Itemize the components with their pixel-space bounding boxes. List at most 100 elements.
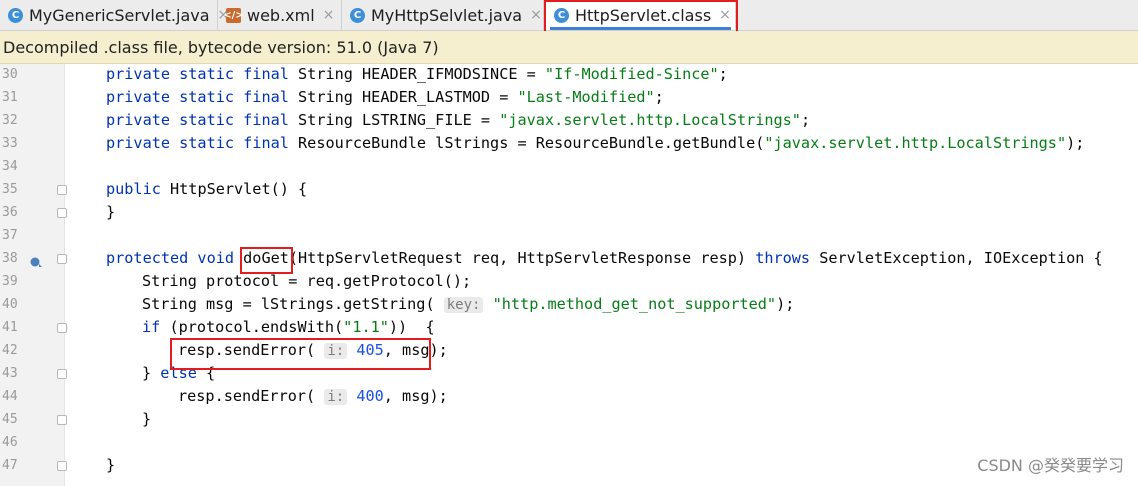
- fold-marker-icon[interactable]: [57, 208, 67, 218]
- code-text: }: [142, 410, 151, 428]
- editor-tab-bar: C MyGenericServlet.java × </> web.xml × …: [0, 0, 1138, 31]
- close-icon[interactable]: ×: [530, 7, 542, 23]
- fold-marker-icon[interactable]: [57, 254, 67, 264]
- line-number: 46: [2, 435, 18, 450]
- code-token: "http.method_get_not_supported": [492, 295, 777, 313]
- code-token: ResourceBundle lStrings = ResourceBundle…: [298, 134, 765, 152]
- code-token: doGet(HttpServletRequest req, HttpServle…: [243, 249, 756, 267]
- code-token: }: [142, 410, 152, 428]
- code-line[interactable]: 39 String protocol = req.getProtocol();: [0, 271, 1138, 294]
- code-line[interactable]: 43 } else {: [0, 363, 1138, 386]
- code-line[interactable]: 36}: [0, 202, 1138, 225]
- tab-myhttpselvlet[interactable]: C MyHttpSelvlet.java ×: [342, 0, 544, 30]
- decompiled-notice-banner: Decompiled .class file, bytecode version…: [0, 31, 1138, 64]
- code-text: resp.sendError( i: 400, msg);: [178, 387, 448, 405]
- code-token: "Last-Modified": [517, 88, 655, 106]
- line-number: 36: [2, 205, 18, 220]
- line-number: 34: [2, 159, 18, 174]
- code-line[interactable]: 45}: [0, 409, 1138, 432]
- code-token: String LSTRING_FILE =: [298, 111, 500, 129]
- tab-label: MyHttpSelvlet.java: [371, 5, 523, 25]
- code-text: private static final String LSTRING_FILE…: [106, 111, 810, 129]
- code-token: }: [106, 456, 116, 474]
- code-text: }: [106, 456, 115, 474]
- code-line[interactable]: 46: [0, 432, 1138, 455]
- code-text: String msg = lStrings.getString( key: "h…: [142, 295, 794, 313]
- tab-web-xml[interactable]: </> web.xml ×: [218, 0, 342, 30]
- param-hint: i:: [324, 389, 348, 405]
- code-text: }: [106, 203, 115, 221]
- code-token: "If-Modified-Since": [544, 65, 719, 83]
- code-line[interactable]: 35 public HttpServlet() {: [0, 179, 1138, 202]
- code-token: HttpServlet() {: [170, 180, 308, 198]
- code-token: private static final: [106, 111, 299, 129]
- line-number: 31: [2, 90, 18, 105]
- code-text: private static final String HEADER_LASTM…: [106, 88, 664, 106]
- code-token: resp.sendError(: [178, 341, 325, 359]
- param-hint: i:: [324, 343, 348, 359]
- code-line[interactable]: 32 private static final String LSTRING_FI…: [0, 110, 1138, 133]
- code-token: "javax.servlet.http.LocalStrings": [764, 134, 1067, 152]
- fold-marker-icon[interactable]: [57, 461, 67, 471]
- tab-label: HttpServlet.class: [575, 5, 712, 25]
- code-token: resp.sendError(: [178, 387, 325, 405]
- line-number: 37: [2, 228, 18, 243]
- code-token: protected void: [106, 249, 244, 267]
- fold-marker-icon[interactable]: [57, 323, 67, 333]
- line-number: 38: [2, 251, 18, 266]
- code-token: 400: [356, 387, 384, 405]
- close-icon[interactable]: ×: [323, 7, 335, 23]
- line-number: 32: [2, 113, 18, 128]
- code-token: ;: [800, 111, 811, 129]
- fold-marker-icon[interactable]: [57, 369, 67, 379]
- code-line[interactable]: 31 private static final String HEADER_LAS…: [0, 87, 1138, 110]
- code-token: }: [106, 203, 116, 221]
- code-token: "1.1": [343, 318, 389, 336]
- code-token: private static final: [106, 65, 299, 83]
- line-number: 47: [2, 458, 18, 473]
- code-line[interactable]: 44 resp.sendError( i: 400, msg);: [0, 386, 1138, 409]
- code-line[interactable]: 42 resp.sendError( i: 405, msg);: [0, 340, 1138, 363]
- line-number: 44: [2, 389, 18, 404]
- code-token: , msg);: [383, 387, 448, 405]
- code-token: {: [206, 364, 216, 382]
- line-number: 33: [2, 136, 18, 151]
- code-line[interactable]: 47}: [0, 455, 1138, 478]
- code-token: String protocol = req.getProtocol();: [142, 272, 472, 290]
- tab-httpservlet-class[interactable]: C HttpServlet.class ×: [546, 0, 736, 30]
- code-text: } else {: [142, 364, 215, 382]
- line-number: 43: [2, 366, 18, 381]
- line-number: 40: [2, 297, 18, 312]
- line-number: 45: [2, 412, 18, 427]
- code-text: resp.sendError( i: 405, msg);: [178, 341, 448, 359]
- code-line[interactable]: 37: [0, 225, 1138, 248]
- code-token: 405: [356, 341, 384, 359]
- xml-file-icon: </>: [223, 7, 244, 23]
- line-number: 30: [2, 67, 18, 82]
- code-text: private static final String HEADER_IFMOD…: [106, 65, 728, 83]
- code-token: ServletException, IOException {: [819, 249, 1103, 267]
- banner-text: Decompiled .class file, bytecode version…: [3, 37, 439, 57]
- override-marker-icon[interactable]: [30, 253, 42, 267]
- code-line[interactable]: 40 String msg = lStrings.getString( key: …: [0, 294, 1138, 317]
- code-line[interactable]: 41 if (protocol.endsWith("1.1")) {: [0, 317, 1138, 340]
- code-token: )) {: [388, 318, 435, 336]
- close-icon[interactable]: ×: [719, 7, 731, 23]
- param-hint: key:: [443, 297, 484, 313]
- code-token: if: [142, 318, 170, 336]
- code-line[interactable]: 33 private static final ResourceBundle lS…: [0, 133, 1138, 156]
- code-line[interactable]: 30 private static final String HEADER_IFM…: [0, 64, 1138, 87]
- tab-mygenericservlet[interactable]: C MyGenericServlet.java ×: [0, 0, 229, 30]
- code-line[interactable]: 38 protected void doGet(HttpServletReques…: [0, 248, 1138, 271]
- fold-marker-icon[interactable]: [57, 415, 67, 425]
- line-number: 41: [2, 320, 18, 335]
- code-token: }: [142, 364, 161, 382]
- fold-marker-icon[interactable]: [57, 185, 67, 195]
- code-line[interactable]: 34: [0, 156, 1138, 179]
- line-number: 42: [2, 343, 18, 358]
- code-text: public HttpServlet() {: [106, 180, 307, 198]
- java-class-icon: C: [554, 7, 569, 23]
- code-token: ;: [718, 65, 728, 83]
